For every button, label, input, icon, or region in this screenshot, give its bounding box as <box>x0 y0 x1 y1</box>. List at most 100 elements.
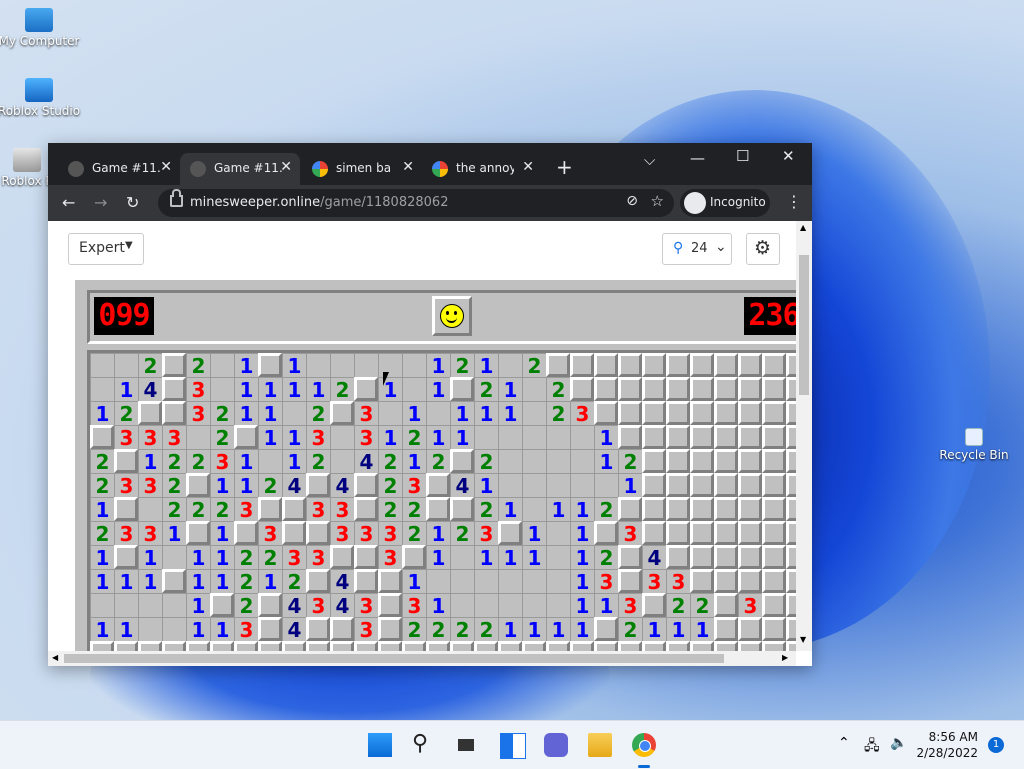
revealed-cell[interactable]: 1 <box>570 617 594 642</box>
revealed-cell[interactable] <box>474 593 498 617</box>
volume-icon[interactable]: 🔈 <box>890 735 907 751</box>
revealed-cell[interactable]: 3 <box>402 593 426 618</box>
unrevealed-cell[interactable] <box>738 473 762 497</box>
revealed-cell[interactable]: 2 <box>474 377 498 402</box>
unrevealed-cell[interactable] <box>618 545 642 569</box>
unrevealed-cell[interactable] <box>594 353 618 377</box>
show-hidden-icons-chevron-icon[interactable]: ⌃ <box>838 735 850 751</box>
revealed-cell[interactable]: 2 <box>522 353 546 378</box>
unrevealed-cell[interactable] <box>786 497 796 521</box>
start-windows-icon[interactable] <box>368 733 392 757</box>
revealed-cell[interactable] <box>378 401 402 425</box>
revealed-cell[interactable]: 1 <box>258 377 282 402</box>
revealed-cell[interactable]: 1 <box>114 569 138 594</box>
revealed-cell[interactable]: 2 <box>186 449 210 474</box>
unrevealed-cell[interactable] <box>642 353 666 377</box>
unrevealed-cell[interactable] <box>162 353 186 377</box>
revealed-cell[interactable] <box>378 353 402 377</box>
close-tab-icon[interactable]: ✕ <box>522 159 534 175</box>
revealed-cell[interactable]: 1 <box>402 401 426 426</box>
unrevealed-cell[interactable] <box>762 545 786 569</box>
revealed-cell[interactable]: 1 <box>690 617 714 642</box>
revealed-cell[interactable]: 1 <box>498 617 522 642</box>
revealed-cell[interactable]: 1 <box>138 449 162 474</box>
vertical-scrollbar[interactable]: ▲ ▼ <box>796 221 812 651</box>
zoom-select[interactable]: ⚲ 24 ⌄ <box>662 233 732 265</box>
unrevealed-cell[interactable] <box>90 425 114 449</box>
revealed-cell[interactable]: 1 <box>498 401 522 426</box>
revealed-cell[interactable]: 2 <box>378 497 402 522</box>
revealed-cell[interactable] <box>138 593 162 617</box>
revealed-cell[interactable]: 2 <box>474 497 498 522</box>
revealed-cell[interactable] <box>498 449 522 473</box>
revealed-cell[interactable]: 4 <box>282 593 306 618</box>
unrevealed-cell[interactable] <box>714 545 738 569</box>
revealed-cell[interactable]: 1 <box>210 569 234 594</box>
revealed-cell[interactable] <box>522 473 546 497</box>
revealed-cell[interactable]: 2 <box>450 617 474 642</box>
revealed-cell[interactable]: 1 <box>138 569 162 594</box>
revealed-cell[interactable]: 4 <box>330 593 354 618</box>
revealed-cell[interactable] <box>90 593 114 617</box>
unrevealed-cell[interactable] <box>666 545 690 569</box>
revealed-cell[interactable]: 4 <box>330 569 354 594</box>
system-clock[interactable]: 8:56 AM 2/28/2022 <box>916 729 978 761</box>
unrevealed-cell[interactable] <box>714 521 738 545</box>
revealed-cell[interactable]: 2 <box>402 425 426 450</box>
revealed-cell[interactable] <box>426 401 450 425</box>
unrevealed-cell[interactable] <box>306 569 330 593</box>
revealed-cell[interactable] <box>354 353 378 377</box>
revealed-cell[interactable] <box>498 425 522 449</box>
revealed-cell[interactable] <box>162 617 186 641</box>
revealed-cell[interactable] <box>162 593 186 617</box>
unrevealed-cell[interactable] <box>642 593 666 617</box>
revealed-cell[interactable]: 2 <box>546 377 570 402</box>
revealed-cell[interactable] <box>138 617 162 641</box>
unrevealed-cell[interactable] <box>690 377 714 401</box>
unrevealed-cell[interactable] <box>738 617 762 641</box>
revealed-cell[interactable]: 3 <box>138 521 162 546</box>
unrevealed-cell[interactable] <box>114 545 138 569</box>
unrevealed-cell[interactable] <box>570 353 594 377</box>
unrevealed-cell[interactable] <box>762 593 786 617</box>
unrevealed-cell[interactable] <box>690 449 714 473</box>
revealed-cell[interactable]: 1 <box>594 425 618 450</box>
revealed-cell[interactable]: 3 <box>138 473 162 498</box>
unrevealed-cell[interactable] <box>666 401 690 425</box>
revealed-cell[interactable]: 1 <box>258 425 282 450</box>
revealed-cell[interactable] <box>450 545 474 569</box>
unrevealed-cell[interactable] <box>738 521 762 545</box>
unrevealed-cell[interactable] <box>354 545 378 569</box>
unrevealed-cell[interactable] <box>618 401 642 425</box>
tab-game-1[interactable]: Game #11… ✕ <box>58 153 180 185</box>
unrevealed-cell[interactable] <box>738 497 762 521</box>
revealed-cell[interactable]: 1 <box>186 593 210 618</box>
unrevealed-cell[interactable] <box>786 401 796 425</box>
unrevealed-cell[interactable] <box>186 473 210 497</box>
revealed-cell[interactable]: 1 <box>474 353 498 378</box>
revealed-cell[interactable]: 4 <box>282 473 306 498</box>
scroll-up-icon[interactable]: ▲ <box>800 223 806 232</box>
unrevealed-cell[interactable] <box>330 545 354 569</box>
reload-icon[interactable]: ↻ <box>126 193 139 212</box>
unrevealed-cell[interactable] <box>642 449 666 473</box>
new-game-smiley-button[interactable] <box>432 296 472 336</box>
revealed-cell[interactable]: 1 <box>642 617 666 642</box>
revealed-cell[interactable]: 2 <box>402 617 426 642</box>
unrevealed-cell[interactable] <box>258 353 282 377</box>
unrevealed-cell[interactable] <box>330 617 354 641</box>
revealed-cell[interactable]: 1 <box>186 617 210 642</box>
revealed-cell[interactable]: 3 <box>162 425 186 450</box>
file-explorer-icon[interactable] <box>588 733 612 757</box>
revealed-cell[interactable]: 4 <box>282 617 306 642</box>
unrevealed-cell[interactable] <box>234 425 258 449</box>
revealed-cell[interactable]: 1 <box>474 401 498 426</box>
revealed-cell[interactable]: 1 <box>378 377 402 402</box>
revealed-cell[interactable]: 1 <box>522 617 546 642</box>
revealed-cell[interactable] <box>498 593 522 617</box>
revealed-cell[interactable] <box>114 353 138 377</box>
unrevealed-cell[interactable] <box>738 449 762 473</box>
revealed-cell[interactable]: 1 <box>618 473 642 498</box>
revealed-cell[interactable] <box>546 425 570 449</box>
unrevealed-cell[interactable] <box>234 521 258 545</box>
